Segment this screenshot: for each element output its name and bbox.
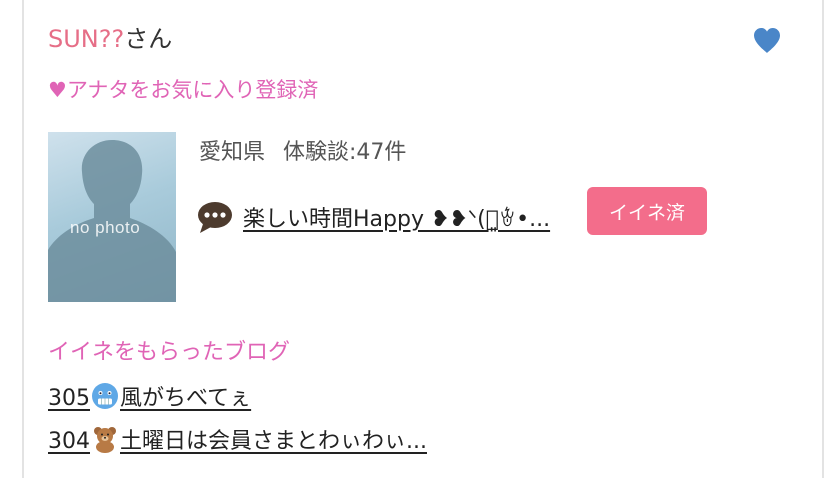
favorite-status: ♥アナタをお気に入り登録済 [48, 78, 319, 102]
liked-blogs-heading: イイネをもらったブログ [48, 340, 291, 365]
latest-diary: 楽しい時間Happy ❥❥ᐠ(꒪͈ꄃ•... [197, 196, 550, 238]
user-nickname[interactable]: SUN?? [48, 25, 124, 53]
iine-button[interactable]: イイネ済 [587, 187, 707, 235]
user-meta: 愛知県 体験談:47件 [199, 138, 406, 168]
blog-link[interactable]: 304 土曜日は会員さまとわぃわぃ... [48, 425, 427, 457]
user-name-suffix: さん [124, 25, 173, 53]
blog-title: 風がちべてぇ [120, 386, 252, 411]
teddy-bear-icon [91, 425, 119, 453]
blog-number: 304 [48, 429, 90, 454]
speech-bubble-icon [197, 200, 233, 234]
blog-link[interactable]: 305 風がちべてぇ [48, 382, 251, 414]
user-card: SUN??さん ♥アナタをお気に入り登録済 no photo 愛知県 体験談:47… [22, 0, 824, 478]
avatar[interactable]: no photo [48, 132, 176, 302]
cold-face-icon [91, 382, 119, 410]
blog-number: 305 [48, 386, 90, 411]
experience-count: 体験談:47件 [283, 140, 407, 165]
heart-icon[interactable] [752, 26, 782, 56]
blog-title: 土曜日は会員さまとわぃわぃ... [120, 429, 427, 454]
diary-title-link[interactable]: 楽しい時間Happy ❥❥ᐠ(꒪͈ꄃ•... [243, 201, 550, 233]
avatar-placeholder-text: no photo [70, 218, 141, 237]
user-name[interactable]: SUN??さん [48, 24, 172, 54]
location: 愛知県 [199, 140, 266, 165]
